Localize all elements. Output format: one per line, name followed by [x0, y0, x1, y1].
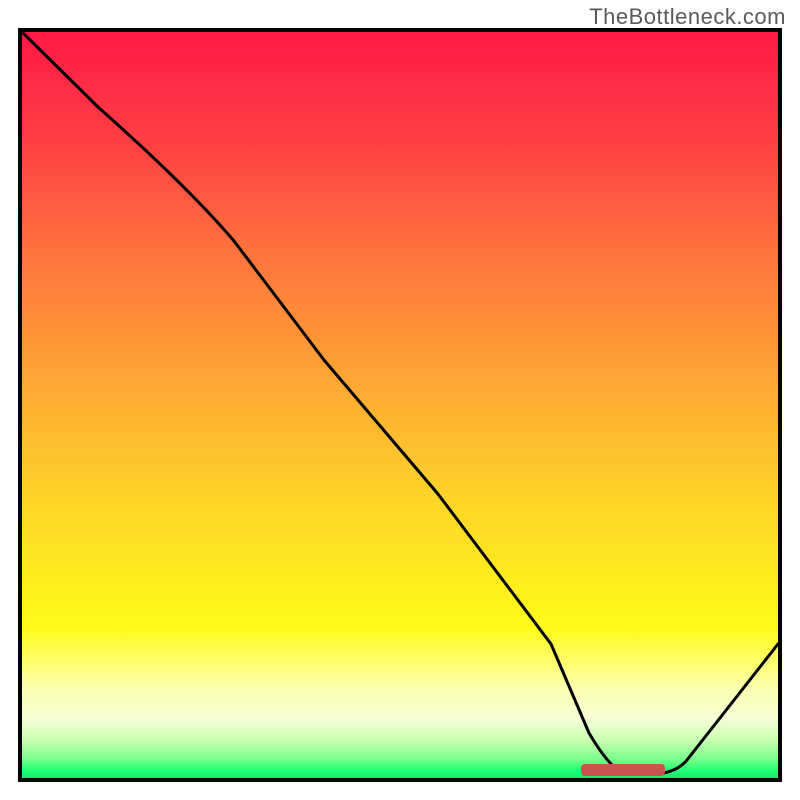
chart-container: TheBottleneck.com	[0, 0, 800, 800]
watermark-text: TheBottleneck.com	[589, 4, 786, 30]
plot-area	[18, 28, 782, 782]
optimal-marker	[581, 764, 665, 776]
curve-svg	[22, 32, 778, 778]
bottleneck-curve-path	[22, 32, 778, 774]
